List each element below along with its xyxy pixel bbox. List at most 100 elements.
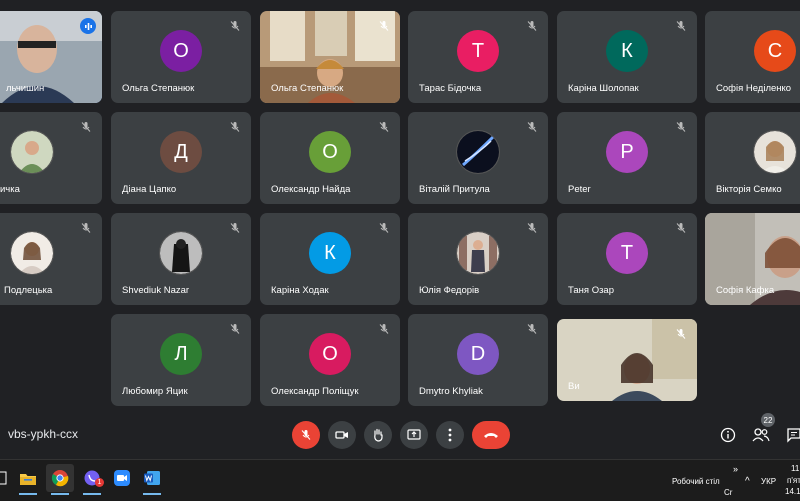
participant-tile[interactable]: Д Діана Цапко bbox=[111, 112, 251, 204]
desktop-toolbar-label[interactable]: Робочий стіл bbox=[672, 477, 720, 486]
tray-chevron[interactable]: » bbox=[733, 464, 738, 474]
mic-off-icon bbox=[676, 329, 686, 339]
hand-icon bbox=[374, 428, 383, 442]
participant-tile[interactable]: ичка bbox=[0, 112, 102, 204]
participant-tile[interactable]: Вікторія Семко bbox=[705, 112, 800, 204]
viber-notification-badge: 1 bbox=[95, 478, 104, 487]
participant-tile[interactable]: Shvediuk Nazar bbox=[111, 213, 251, 305]
clock-day: п'ят bbox=[787, 476, 800, 485]
running-indicator bbox=[19, 493, 37, 495]
participant-avatar: Т bbox=[457, 30, 499, 73]
mic-off-icon bbox=[230, 21, 240, 31]
mic-off-icon bbox=[527, 223, 537, 233]
mic-off-icon bbox=[676, 223, 686, 233]
mic-off-icon bbox=[676, 122, 686, 132]
participant-photo bbox=[456, 130, 500, 175]
participant-name: льчишин bbox=[6, 83, 45, 94]
mic-off-icon bbox=[230, 122, 240, 132]
participant-avatar: Т bbox=[606, 232, 648, 275]
participant-avatar: P bbox=[606, 131, 648, 174]
mic-off-icon bbox=[527, 324, 537, 334]
mic-off-icon bbox=[379, 122, 389, 132]
taskbar-file-explorer[interactable] bbox=[14, 464, 42, 495]
chat-icon bbox=[787, 428, 800, 443]
mic-off-icon bbox=[230, 223, 240, 233]
more-options-button[interactable] bbox=[436, 421, 464, 449]
self-tile[interactable]: Ви bbox=[557, 319, 697, 401]
speaking-indicator-icon bbox=[80, 18, 96, 34]
participant-tile[interactable]: Ольга Степанюк bbox=[260, 11, 400, 103]
mic-off-icon bbox=[230, 324, 240, 334]
participant-name: Любомир Яцик bbox=[122, 386, 188, 397]
taskbar-viber[interactable]: 1 bbox=[78, 464, 106, 495]
mic-off-icon bbox=[301, 430, 311, 440]
participant-name: Каріна Ходак bbox=[271, 285, 329, 296]
participants-button[interactable] bbox=[750, 424, 772, 446]
taskbar-zoom[interactable] bbox=[108, 464, 136, 492]
mic-off-icon bbox=[379, 21, 389, 31]
taskbar: 1 » Робочий стіл Cr ^ УКР 11 п'ят 14.10 bbox=[0, 459, 800, 501]
participant-avatar: К bbox=[309, 232, 351, 275]
participant-tile[interactable]: D Dmytro Khyliak bbox=[408, 314, 548, 406]
task-view-button[interactable] bbox=[0, 464, 14, 492]
participant-count-badge: 22 bbox=[761, 413, 775, 427]
clock-date: 14.10 bbox=[785, 487, 800, 496]
participant-avatar: Д bbox=[160, 131, 202, 174]
running-indicator bbox=[143, 493, 161, 495]
chrome-icon bbox=[51, 470, 69, 487]
mic-off-icon bbox=[527, 122, 537, 132]
participant-name: Подлецька bbox=[4, 285, 53, 296]
participant-tile[interactable]: Т Таня Озар bbox=[557, 213, 697, 305]
present-icon bbox=[407, 429, 421, 440]
zoom-icon bbox=[114, 470, 130, 486]
participant-tile[interactable]: К Каріна Шолопак bbox=[557, 11, 697, 103]
folder-icon bbox=[20, 473, 36, 485]
people-icon bbox=[752, 428, 770, 442]
participant-avatar: О bbox=[309, 333, 351, 376]
participant-name: Ви bbox=[568, 381, 580, 392]
participant-photo bbox=[456, 231, 500, 276]
more-vert-icon bbox=[448, 428, 452, 442]
taskbar-chrome[interactable] bbox=[46, 464, 74, 495]
participant-name: Олександр Найда bbox=[271, 184, 351, 195]
camera-toggle-button[interactable] bbox=[328, 421, 356, 449]
participant-tile[interactable]: Л Любомир Яцик bbox=[111, 314, 251, 406]
participant-name: Юлія Федорів bbox=[419, 285, 480, 296]
participant-tile[interactable]: С Софія Неділенко bbox=[705, 11, 800, 103]
participant-avatar: Л bbox=[160, 333, 202, 376]
participant-name: Діана Цапко bbox=[122, 184, 177, 195]
participant-name: Віталій Притула bbox=[419, 184, 490, 195]
participant-photo bbox=[10, 130, 54, 175]
taskbar-word[interactable] bbox=[138, 464, 166, 495]
leave-call-button[interactable] bbox=[472, 421, 510, 449]
participant-name: Олександр Поліщук bbox=[271, 386, 359, 397]
participant-tile[interactable]: О Олександр Найда bbox=[260, 112, 400, 204]
participant-tile[interactable]: Т Тарас Бідочка bbox=[408, 11, 548, 103]
participant-name: Ольга Степанюк bbox=[122, 83, 195, 94]
participant-photo bbox=[159, 231, 203, 276]
participant-avatar: К bbox=[606, 30, 648, 73]
chat-button[interactable] bbox=[783, 424, 800, 446]
meeting-info-button[interactable] bbox=[717, 424, 739, 446]
clock-time[interactable]: 11 bbox=[791, 464, 799, 473]
meeting-code: vbs-ypkh-ccx bbox=[8, 427, 79, 441]
participant-tile[interactable]: P Peter bbox=[557, 112, 697, 204]
participant-tile[interactable]: Віталій Притула bbox=[408, 112, 548, 204]
tray-overflow-button[interactable]: ^ bbox=[745, 476, 750, 487]
participant-tile[interactable]: Софія Кафка bbox=[705, 213, 800, 305]
camera-icon bbox=[335, 431, 348, 439]
participant-name: Вікторія Семко bbox=[716, 184, 782, 195]
mic-toggle-button[interactable] bbox=[292, 421, 320, 449]
mic-off-icon bbox=[379, 324, 389, 334]
raise-hand-button[interactable] bbox=[364, 421, 392, 449]
present-screen-button[interactable] bbox=[400, 421, 428, 449]
participant-name: ичка bbox=[0, 184, 20, 195]
participant-tile[interactable]: Юлія Федорів bbox=[408, 213, 548, 305]
participant-tile[interactable]: О Олександр Поліщук bbox=[260, 314, 400, 406]
participant-tile[interactable]: Подлецька bbox=[0, 213, 102, 305]
participant-tile[interactable]: льчишин bbox=[0, 11, 102, 103]
participant-avatar: О bbox=[309, 131, 351, 174]
participant-tile[interactable]: О Ольга Степанюк bbox=[111, 11, 251, 103]
participant-tile[interactable]: К Каріна Ходак bbox=[260, 213, 400, 305]
input-language-indicator[interactable]: УКР bbox=[761, 477, 776, 486]
